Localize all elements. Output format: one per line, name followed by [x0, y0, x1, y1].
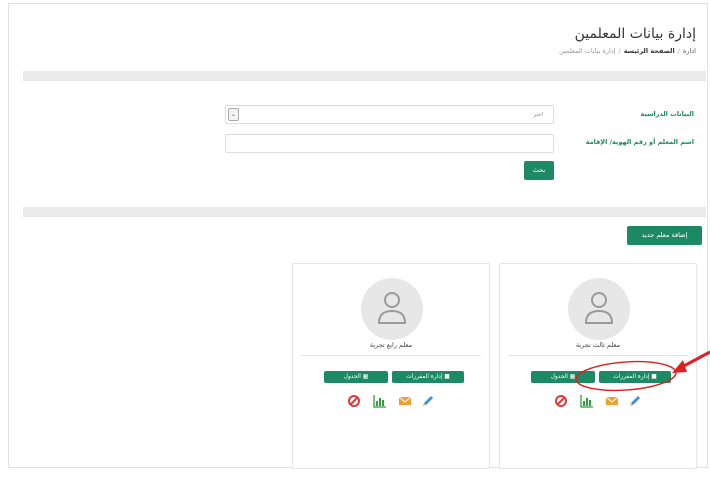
- chevron-down-icon[interactable]: ⌄: [228, 108, 239, 121]
- card-divider: [301, 355, 481, 356]
- breadcrumb-current: إدارة بيانات المعلمين: [559, 47, 616, 55]
- breadcrumb-home[interactable]: الصفحة الرئيسة: [624, 47, 675, 55]
- breadcrumb-separator: /: [618, 47, 621, 55]
- study-data-label: البيانات الدراسية: [640, 110, 694, 118]
- study-data-select[interactable]: اختر ⌄: [225, 105, 554, 124]
- add-teacher-button[interactable]: إضافة معلم جديد: [627, 226, 702, 245]
- bar-chart-icon[interactable]: [580, 394, 594, 408]
- select-value: اختر: [533, 112, 543, 118]
- manage-courses-label: إدارة المقررات: [613, 374, 650, 380]
- breadcrumb-root[interactable]: ادارة: [683, 47, 696, 55]
- avatar: [361, 278, 423, 340]
- search-panel-header: [23, 71, 706, 80]
- teacher-card: معلم رابع تجربة ■ إدارة المقررات ▦ الجدو…: [292, 263, 490, 469]
- panel-divider: [23, 216, 706, 217]
- user-icon: [377, 292, 407, 324]
- manage-courses-button[interactable]: ■ إدارة المقررات: [392, 371, 464, 383]
- schedule-label: الجدول: [550, 374, 568, 380]
- card-divider: [508, 355, 688, 356]
- ban-icon[interactable]: [347, 394, 361, 408]
- envelope-icon[interactable]: [398, 394, 412, 408]
- book-icon: ■: [651, 374, 657, 380]
- panel-divider: [23, 80, 706, 81]
- teacher-id-label: اسم المعلم أو رقم الهوية/ الإقامة: [585, 138, 694, 146]
- calendar-icon: ▦: [362, 374, 369, 380]
- teacher-card: معلم ثالث تجربة ■ إدارة المقررات ▦ الجدو…: [499, 263, 697, 469]
- bar-chart-icon[interactable]: [373, 394, 387, 408]
- user-icon: [584, 292, 614, 324]
- pencil-icon[interactable]: [628, 394, 642, 408]
- book-icon: ■: [444, 374, 450, 380]
- teachers-panel-header: [23, 207, 706, 216]
- card-actions: [293, 394, 489, 408]
- avatar: [568, 278, 630, 340]
- teacher-name: معلم ثالث تجربة: [575, 341, 621, 349]
- manage-courses-button[interactable]: ■ إدارة المقررات: [599, 371, 671, 383]
- pencil-icon[interactable]: [421, 394, 435, 408]
- schedule-button[interactable]: ▦ الجدول: [324, 371, 388, 383]
- ban-icon[interactable]: [554, 394, 568, 408]
- calendar-icon: ▦: [569, 374, 576, 380]
- card-actions: [500, 394, 696, 408]
- schedule-button[interactable]: ▦ الجدول: [531, 371, 595, 383]
- envelope-icon[interactable]: [605, 394, 619, 408]
- teacher-search-input[interactable]: [225, 134, 554, 153]
- page-title: إدارة بيانات المعلمين: [574, 26, 696, 42]
- schedule-label: الجدول: [343, 374, 361, 380]
- manage-courses-label: إدارة المقررات: [406, 374, 443, 380]
- search-button[interactable]: بحث: [524, 161, 554, 180]
- breadcrumb: ادارة/الصفحة الرئيسة/إدارة بيانات المعلم…: [559, 47, 696, 55]
- teacher-name: معلم رابع تجربة: [369, 341, 413, 349]
- breadcrumb-separator: /: [677, 47, 680, 55]
